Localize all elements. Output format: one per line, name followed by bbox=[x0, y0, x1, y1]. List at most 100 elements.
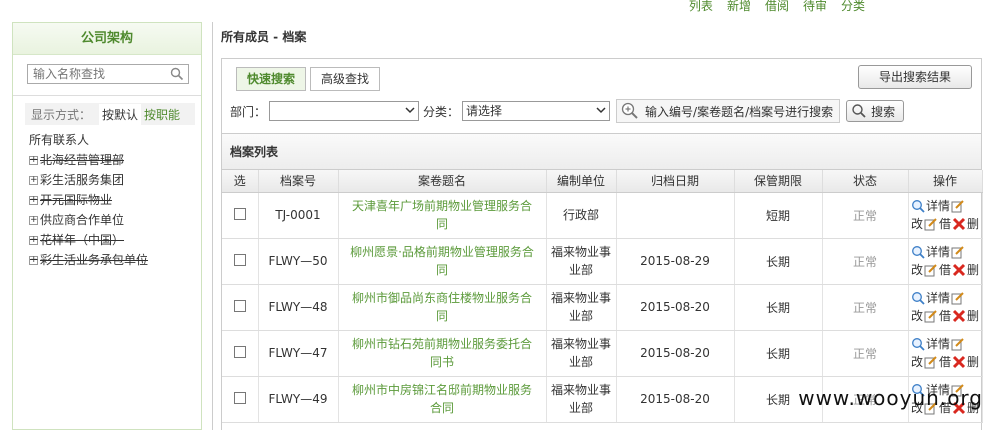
sidebar-title: 公司架构 bbox=[13, 23, 201, 55]
archive-title-link[interactable]: 柳州市中房锦江名邸前期物业服务合同 bbox=[338, 376, 547, 423]
keyword-hint: 输入编号/案卷题名/档案号进行搜索 bbox=[645, 104, 834, 119]
expand-icon[interactable]: + bbox=[29, 155, 38, 165]
expand-icon[interactable]: + bbox=[29, 255, 38, 265]
nav-new[interactable]: 新增 bbox=[727, 0, 751, 14]
chevron-down-icon bbox=[405, 107, 415, 114]
mode-role-option[interactable]: 按职能 bbox=[141, 104, 183, 125]
retention-period: 长期 bbox=[734, 284, 823, 331]
org-search-input[interactable] bbox=[28, 65, 168, 83]
archive-title-link[interactable]: 柳州愿景·品格前期物业管理服务合同 bbox=[338, 238, 547, 285]
edit-link[interactable]: 改 bbox=[911, 215, 923, 233]
tab-quick-search[interactable]: 快速搜索 bbox=[236, 67, 307, 91]
borrow-link[interactable]: 借 bbox=[939, 353, 951, 371]
status-text: 正常 bbox=[822, 330, 909, 377]
expand-icon[interactable]: + bbox=[29, 215, 38, 225]
magnifier-icon[interactable] bbox=[911, 291, 925, 305]
page-title: 所有成员 - 档案 bbox=[221, 30, 307, 44]
row-checkbox[interactable] bbox=[233, 253, 246, 266]
detail-link[interactable]: 详情 bbox=[926, 335, 950, 353]
detail-link[interactable]: 详情 bbox=[926, 197, 950, 215]
row-checkbox[interactable] bbox=[233, 207, 246, 220]
category-select[interactable]: 请选择 bbox=[462, 101, 611, 121]
edit-icon[interactable] bbox=[924, 263, 938, 277]
status-text: 正常 bbox=[822, 284, 909, 331]
chevron-down-icon bbox=[596, 107, 606, 114]
table-row[interactable]: FLWY—50 柳州愿景·品格前期物业管理服务合同 福来物业事业部 2015-0… bbox=[222, 238, 983, 285]
borrow-link[interactable]: 借 bbox=[939, 307, 951, 325]
tree-node[interactable]: + 供应商合作单位 bbox=[29, 210, 148, 230]
edit-icon[interactable] bbox=[951, 199, 965, 213]
col-select: 选 bbox=[222, 170, 259, 193]
status-text: 正常 bbox=[822, 192, 909, 239]
tab-advanced-search[interactable]: 高级查找 bbox=[310, 67, 381, 91]
borrow-link[interactable]: 借 bbox=[939, 215, 951, 233]
tree-node[interactable]: + 彩生活业务承包单位 bbox=[29, 250, 148, 270]
tree-node[interactable]: + 开元国际物业 bbox=[29, 190, 148, 210]
expand-icon[interactable]: + bbox=[29, 175, 38, 185]
row-checkbox[interactable] bbox=[233, 299, 246, 312]
col-period: 保管期限 bbox=[734, 170, 823, 193]
row-checkbox[interactable] bbox=[233, 345, 246, 358]
delete-link[interactable]: 删 bbox=[967, 215, 979, 233]
col-status: 状态 bbox=[822, 170, 909, 193]
edit-icon[interactable] bbox=[951, 245, 965, 259]
retention-period: 长期 bbox=[734, 330, 823, 377]
edit-icon[interactable] bbox=[924, 355, 938, 369]
unit: 行政部 bbox=[546, 192, 617, 239]
archive-no: TJ-0001 bbox=[258, 192, 339, 239]
borrow-link[interactable]: 借 bbox=[939, 261, 951, 279]
archive-table: 选 档案号 案卷题名 编制单位 归档日期 保管期限 状态 操作 TJ-0001 … bbox=[222, 170, 983, 423]
edit-icon[interactable] bbox=[924, 217, 938, 231]
magnifier-icon[interactable] bbox=[911, 337, 925, 351]
nav-category[interactable]: 分类 bbox=[841, 0, 865, 14]
nav-pending[interactable]: 待审 bbox=[803, 0, 827, 14]
edit-icon[interactable] bbox=[951, 337, 965, 351]
tree-node[interactable]: + 北海经营管理部 bbox=[29, 150, 148, 170]
edit-icon[interactable] bbox=[924, 309, 938, 323]
archive-title-link[interactable]: 柳州市御品尚东商住楼物业服务合同 bbox=[338, 284, 547, 331]
detail-link[interactable]: 详情 bbox=[926, 289, 950, 307]
table-row[interactable]: FLWY—48 柳州市御品尚东商住楼物业服务合同 福来物业事业部 2015-08… bbox=[222, 284, 983, 331]
delete-icon[interactable] bbox=[952, 263, 966, 277]
nav-list[interactable]: 列表 bbox=[689, 0, 713, 14]
delete-link[interactable]: 删 bbox=[967, 307, 979, 325]
mode-default-option[interactable]: 按默认 bbox=[99, 103, 142, 125]
edit-link[interactable]: 改 bbox=[911, 261, 923, 279]
nav-borrow[interactable]: 借阅 bbox=[765, 0, 789, 14]
tree-node[interactable]: + 彩生活服务集团 bbox=[29, 170, 148, 190]
archive-title-link[interactable]: 天津喜年广场前期物业管理服务合同 bbox=[338, 192, 547, 239]
archive-date: 2015-08-29 bbox=[616, 238, 735, 285]
search-icon[interactable] bbox=[170, 67, 184, 81]
search-icon bbox=[852, 104, 866, 118]
tree-root[interactable]: 所有联系人 bbox=[29, 130, 148, 150]
archive-date: 2015-08-20 bbox=[616, 376, 735, 423]
delete-icon[interactable] bbox=[952, 355, 966, 369]
display-mode-label: 显示方式： bbox=[31, 107, 92, 122]
delete-link[interactable]: 删 bbox=[967, 261, 979, 279]
edit-link[interactable]: 改 bbox=[911, 307, 923, 325]
archive-title-link[interactable]: 柳州市钻石苑前期物业服务委托合同书 bbox=[338, 330, 547, 377]
edit-link[interactable]: 改 bbox=[911, 353, 923, 371]
magnifier-icon[interactable] bbox=[911, 199, 925, 213]
tree-node[interactable]: + 花样年（中国） bbox=[29, 230, 148, 250]
delete-icon[interactable] bbox=[952, 217, 966, 231]
export-results-button[interactable]: 导出搜索结果 bbox=[858, 65, 972, 89]
delete-link[interactable]: 删 bbox=[967, 353, 979, 371]
org-tree: 所有联系人 + 北海经营管理部 + 彩生活服务集团 + 开元国际物业 + 供应商合作单位… bbox=[29, 130, 148, 270]
expand-icon[interactable]: + bbox=[29, 195, 38, 205]
dept-select[interactable] bbox=[269, 101, 420, 121]
unit: 福来物业事业部 bbox=[546, 330, 617, 377]
retention-period: 长期 bbox=[734, 238, 823, 285]
col-date: 归档日期 bbox=[616, 170, 735, 193]
table-row[interactable]: FLWY—47 柳州市钻石苑前期物业服务委托合同书 福来物业事业部 2015-0… bbox=[222, 330, 983, 377]
edit-icon[interactable] bbox=[951, 291, 965, 305]
expand-icon[interactable]: + bbox=[29, 235, 38, 245]
row-checkbox[interactable] bbox=[233, 391, 246, 404]
detail-link[interactable]: 详情 bbox=[926, 243, 950, 261]
magnifier-icon[interactable] bbox=[911, 245, 925, 259]
keyword-search-input[interactable]: 输入编号/案卷题名/档案号进行搜索 bbox=[616, 99, 841, 123]
search-button[interactable]: 搜索 bbox=[846, 100, 905, 122]
table-row[interactable]: TJ-0001 天津喜年广场前期物业管理服务合同 行政部 短期 正常 详情 改 … bbox=[222, 192, 983, 239]
col-unit: 编制单位 bbox=[546, 170, 617, 193]
delete-icon[interactable] bbox=[952, 309, 966, 323]
